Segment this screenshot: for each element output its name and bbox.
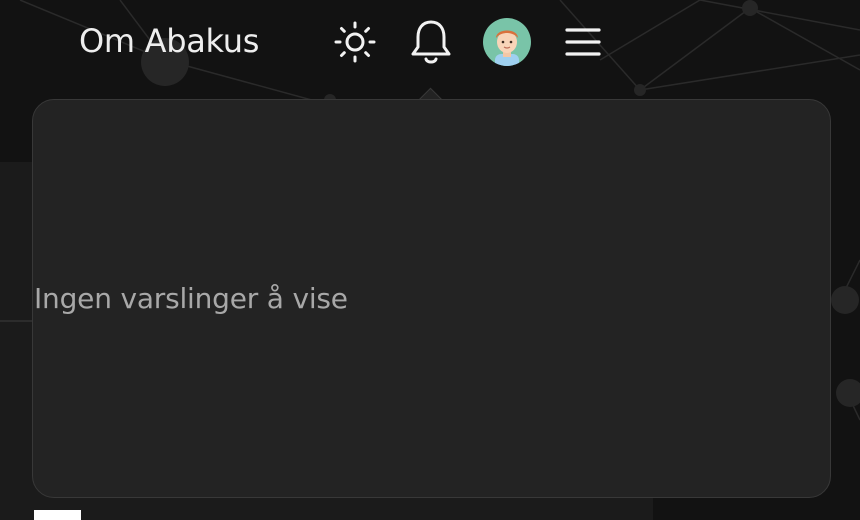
theme-toggle-button[interactable] <box>331 18 379 66</box>
avatar <box>483 18 531 66</box>
background-element <box>34 510 81 520</box>
hamburger-menu-icon <box>565 28 601 56</box>
notifications-dropdown: Ingen varslinger å vise <box>32 99 831 498</box>
menu-button[interactable] <box>559 18 607 66</box>
top-header: Om Abakus <box>0 0 860 84</box>
user-avatar-button[interactable] <box>483 18 531 66</box>
empty-notifications-message: Ingen varslinger å vise <box>34 282 348 315</box>
notifications-button[interactable] <box>407 18 455 66</box>
background-panel-bottom <box>0 498 653 520</box>
sun-icon <box>334 21 376 63</box>
bell-icon <box>411 20 451 64</box>
nav-link-om-abakus[interactable]: Om Abakus <box>79 20 259 62</box>
